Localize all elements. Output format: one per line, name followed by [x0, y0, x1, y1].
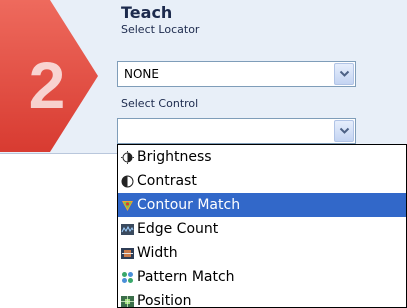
option-pattern-match[interactable]: Pattern Match: [118, 265, 406, 289]
contour-match-icon: [121, 199, 134, 212]
option-label: Contour Match: [137, 197, 241, 213]
chevron-down-icon: [339, 127, 349, 134]
control-dropdown-button[interactable]: [334, 120, 354, 142]
option-label: Width: [137, 245, 178, 261]
contrast-icon: [121, 175, 134, 188]
option-label: Brightness: [137, 149, 212, 165]
edge-count-icon: [121, 223, 134, 236]
locator-dropdown-button[interactable]: [334, 63, 354, 85]
option-brightness[interactable]: Brightness: [118, 145, 406, 169]
step-badge: 2: [0, 0, 100, 152]
option-label: Contrast: [137, 173, 197, 189]
option-contour-match[interactable]: Contour Match: [118, 193, 406, 217]
brightness-icon: [121, 150, 134, 164]
select-control-combobox[interactable]: [117, 118, 356, 144]
locator-selected-value: NONE: [124, 67, 159, 81]
section-title: Teach: [121, 3, 173, 22]
option-label: Edge Count: [137, 221, 219, 237]
option-contrast[interactable]: Contrast: [118, 169, 406, 193]
control-dropdown-list[interactable]: Brightness Contrast Contour Match Edge C…: [117, 144, 407, 308]
teach-panel: 2 Teach Select Locator NONE Select Contr…: [0, 0, 407, 154]
option-position[interactable]: Position: [118, 289, 406, 308]
select-control-label: Select Control: [121, 97, 199, 110]
option-edge-count[interactable]: Edge Count: [118, 217, 406, 241]
select-locator-combobox[interactable]: NONE: [117, 61, 356, 87]
chevron-down-icon: [339, 70, 349, 77]
pattern-match-icon: [121, 271, 134, 284]
position-icon: [121, 295, 134, 308]
width-icon: [121, 247, 134, 260]
select-locator-label: Select Locator: [121, 23, 200, 36]
option-label: Pattern Match: [137, 269, 235, 285]
step-number: 2: [29, 48, 66, 122]
option-label: Position: [137, 293, 192, 308]
option-width[interactable]: Width: [118, 241, 406, 265]
